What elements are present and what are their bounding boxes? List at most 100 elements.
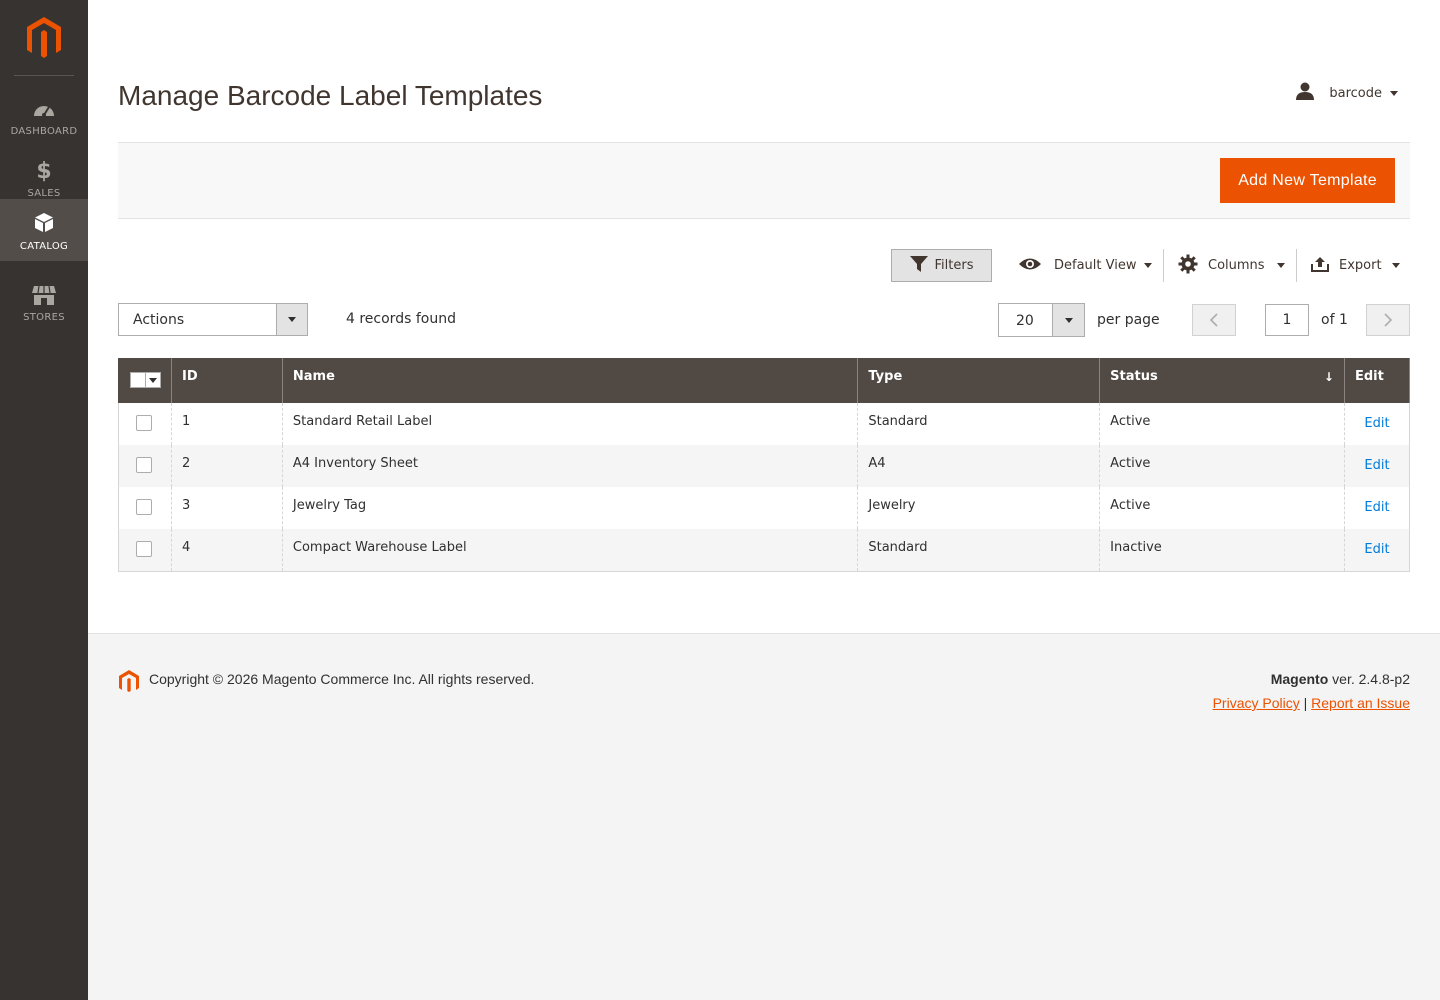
chevron-down-icon: [276, 304, 307, 335]
cell-name: A4 Inventory Sheet: [281, 445, 859, 487]
dollar-icon: $: [36, 158, 52, 184]
add-new-template-button[interactable]: Add New Template: [1220, 158, 1395, 203]
columns-label: Columns: [1208, 258, 1265, 273]
row-checkbox[interactable]: [136, 499, 152, 515]
per-page-select[interactable]: 20: [998, 303, 1085, 337]
mass-select-checkbox[interactable]: [130, 372, 161, 388]
sidebar-item-dashboard[interactable]: DASHBOARD: [0, 84, 88, 146]
templates-grid: ID Name Type Status ↓ Edit 1 Standard Re…: [118, 358, 1411, 572]
cell-status: Active: [1099, 487, 1345, 529]
column-header-id[interactable]: ID: [170, 358, 283, 403]
privacy-policy-link[interactable]: Privacy Policy: [1213, 695, 1300, 711]
previous-page-button[interactable]: [1192, 304, 1236, 336]
column-header-type[interactable]: Type: [857, 358, 1101, 403]
view-label: Default View: [1054, 258, 1137, 273]
sidebar-item-label: CATALOG: [19, 241, 69, 252]
admin-sidebar: DASHBOARD $ SALES CATALOG STORES: [0, 0, 88, 1000]
table-row: 2 A4 Inventory Sheet A4 Active Edit: [118, 445, 1411, 487]
mass-select-header[interactable]: [118, 358, 172, 403]
sidebar-item-label: SALES: [27, 188, 61, 199]
edit-link[interactable]: Edit: [1355, 456, 1399, 473]
chevron-down-icon: [1052, 304, 1084, 336]
cell-id: 2: [170, 445, 283, 487]
report-issue-link[interactable]: Report an Issue: [1311, 695, 1410, 711]
grid-controls: Actions 4 records found 20 per page 1 of…: [118, 303, 1410, 337]
store-icon: [0, 282, 88, 308]
magento-logo-icon: [27, 17, 61, 58]
cell-status: Inactive: [1099, 529, 1345, 572]
user-icon: [1295, 82, 1315, 104]
chevron-down-icon: [146, 372, 161, 388]
upload-icon: [1311, 256, 1329, 276]
table-row: 3 Jewelry Tag Jewelry Active Edit: [118, 487, 1411, 529]
chevron-down-icon: [1390, 90, 1398, 96]
row-checkbox-cell: [118, 529, 172, 572]
actions-label: Actions: [133, 312, 185, 328]
cell-name: Jewelry Tag: [281, 487, 859, 529]
table-row: 4 Compact Warehouse Label Standard Inact…: [118, 529, 1411, 572]
row-checkbox[interactable]: [136, 457, 152, 473]
cell-id: 1: [170, 403, 283, 445]
column-header-status-label: Status: [1110, 369, 1158, 384]
filters-button[interactable]: Filters: [891, 249, 992, 282]
dashboard-icon: [0, 96, 88, 122]
row-checkbox[interactable]: [136, 541, 152, 557]
cell-name: Standard Retail Label: [281, 403, 859, 445]
toolbar-divider: [1163, 249, 1164, 282]
per-page-label: per page: [1097, 312, 1160, 328]
view-switcher[interactable]: Default View: [1018, 249, 1153, 282]
magento-logo-icon: [118, 669, 140, 697]
grid-toolbar: Filters Default View Columns Export: [118, 249, 1410, 283]
eye-icon: [1018, 257, 1042, 275]
user-name: barcode: [1329, 85, 1382, 101]
cell-status: Active: [1099, 403, 1345, 445]
sidebar-item-label: DASHBOARD: [10, 126, 78, 137]
chevron-down-icon: [1276, 263, 1285, 268]
cell-edit: Edit: [1343, 487, 1411, 529]
row-checkbox[interactable]: [136, 415, 152, 431]
chevron-left-icon: [1209, 313, 1218, 327]
edit-link[interactable]: Edit: [1355, 414, 1399, 431]
next-page-button[interactable]: [1366, 304, 1410, 336]
table-row: 1 Standard Retail Label Standard Active …: [118, 403, 1411, 445]
cell-type: Jewelry: [857, 487, 1101, 529]
sort-arrow-icon: ↓: [1323, 370, 1334, 384]
export-control[interactable]: Export: [1311, 249, 1400, 282]
column-header-status[interactable]: Status ↓: [1099, 358, 1345, 403]
filters-label: Filters: [934, 258, 974, 273]
cell-id: 4: [170, 529, 283, 572]
gear-icon: [1178, 254, 1198, 278]
row-checkbox-cell: [118, 487, 172, 529]
edit-link[interactable]: Edit: [1355, 540, 1399, 557]
cell-status: Active: [1099, 445, 1345, 487]
user-menu[interactable]: barcode: [1295, 82, 1398, 104]
column-header-name[interactable]: Name: [281, 358, 859, 403]
cube-icon: [0, 209, 88, 235]
cell-name: Compact Warehouse Label: [281, 529, 859, 572]
columns-control[interactable]: Columns: [1178, 249, 1285, 282]
column-header-edit: Edit: [1343, 358, 1411, 403]
cell-edit: Edit: [1343, 403, 1411, 445]
cell-id: 3: [170, 487, 283, 529]
cell-type: Standard: [857, 529, 1101, 572]
chevron-down-icon: [1391, 263, 1400, 268]
per-page-value: 20: [1016, 313, 1034, 329]
edit-link[interactable]: Edit: [1355, 498, 1399, 515]
mass-actions-select[interactable]: Actions: [118, 303, 308, 336]
funnel-icon: [909, 255, 928, 276]
logo-divider: [14, 75, 74, 76]
chevron-right-icon: [1384, 313, 1393, 327]
page-footer: Copyright © 2026 Magento Commerce Inc. A…: [88, 633, 1440, 1000]
version-number: ver. 2.4.8-p2: [1332, 671, 1410, 687]
page-actions-bar: Add New Template: [118, 142, 1410, 219]
chevron-down-icon: [1144, 263, 1153, 268]
magento-logo[interactable]: [0, 0, 88, 76]
sidebar-item-stores[interactable]: STORES: [0, 270, 88, 332]
main-content: Manage Barcode Label Templates barcode A…: [88, 0, 1440, 633]
toolbar-divider: [1296, 249, 1297, 282]
footer-links: Privacy Policy | Report an Issue: [1213, 695, 1410, 711]
sidebar-item-catalog[interactable]: CATALOG: [0, 199, 88, 261]
copyright-text: Copyright © 2026 Magento Commerce Inc. A…: [149, 671, 535, 687]
page-number-input[interactable]: 1: [1265, 304, 1309, 336]
sidebar-item-label: STORES: [23, 312, 65, 323]
